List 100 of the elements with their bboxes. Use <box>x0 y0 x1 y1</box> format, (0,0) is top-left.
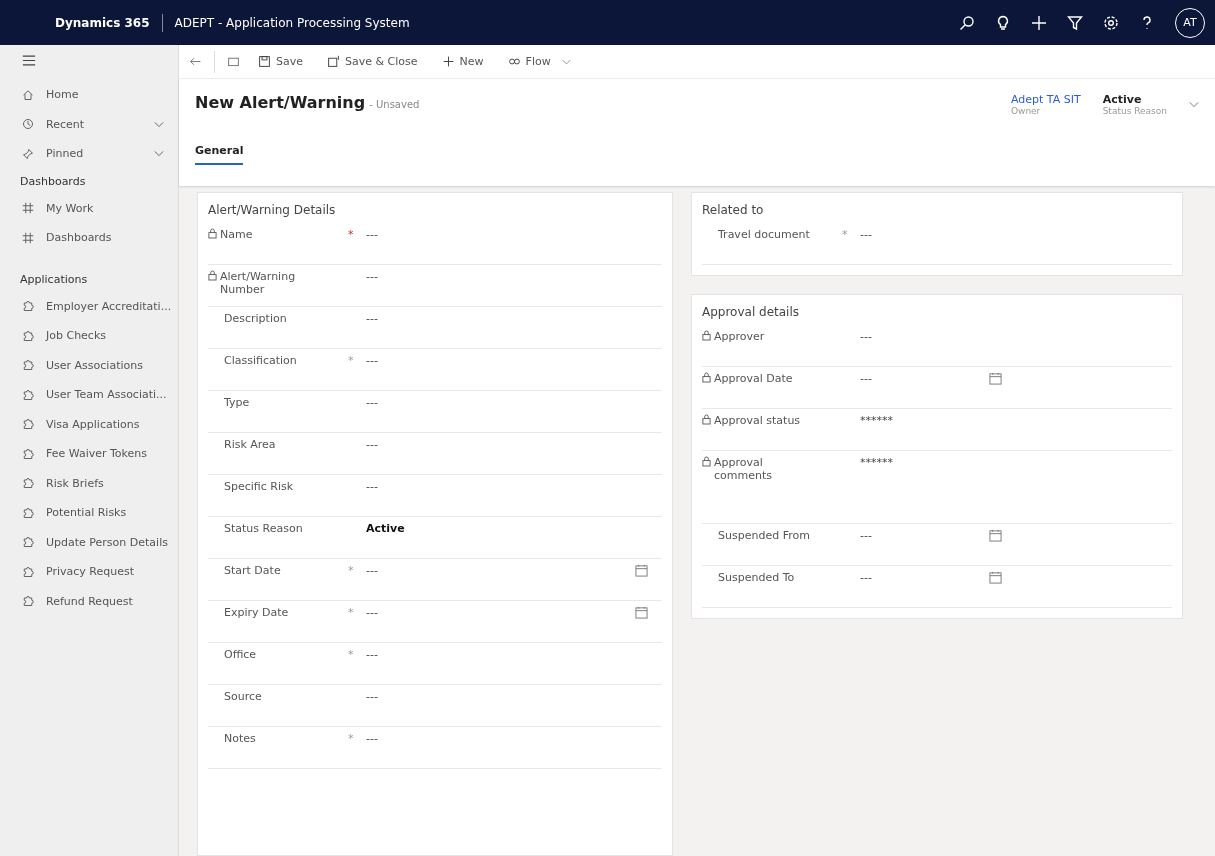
status-value: Active <box>1102 93 1143 106</box>
save-status: - Unsaved <box>369 99 420 110</box>
back-arrow-icon[interactable] <box>189 55 202 68</box>
field-label: Travel document <box>718 228 811 241</box>
sidebar-item[interactable]: Potential Risks <box>0 498 178 528</box>
field-value[interactable]: --- <box>860 228 1172 241</box>
tab[interactable]: General <box>195 144 244 165</box>
field-value[interactable]: --- <box>366 228 662 241</box>
save-close-icon <box>327 55 340 68</box>
app-title[interactable]: ADEPT - Application Processing System <box>174 15 410 30</box>
field-value[interactable]: --- <box>860 372 989 385</box>
recommended-marker: * <box>842 228 848 241</box>
sidebar-item[interactable]: Recent <box>0 109 178 139</box>
field-value[interactable]: --- <box>366 480 662 493</box>
menu-icon[interactable] <box>22 55 36 66</box>
field-label: Risk Area <box>224 438 277 451</box>
section-title: Approval details <box>702 305 801 319</box>
save-close-button[interactable]: Save & Close <box>321 51 424 72</box>
recommended-marker: * <box>348 354 354 367</box>
field-value[interactable]: --- <box>366 270 662 283</box>
save-button[interactable]: Save <box>252 51 309 72</box>
sidebar-group-title: Dashboards <box>19 173 87 190</box>
field-value[interactable]: Active <box>366 522 662 535</box>
field-label: Expiry Date <box>224 606 290 619</box>
field-label: Name <box>220 228 254 241</box>
puzzle-icon <box>22 300 34 313</box>
chevron-icon[interactable] <box>154 120 164 128</box>
sidebar-item[interactable]: Pinned <box>0 139 178 169</box>
filter-icon[interactable] <box>1067 14 1083 31</box>
sidebar-item[interactable]: Risk Briefs <box>0 468 178 498</box>
field-value[interactable]: --- <box>860 529 989 542</box>
grid-icon <box>22 231 34 244</box>
recommended-marker: * <box>348 606 354 619</box>
search-icon[interactable] <box>959 14 975 31</box>
sidebar-item[interactable]: User Team Associati... <box>0 380 178 410</box>
sidebar-item[interactable]: Refund Request <box>0 586 178 616</box>
field-label: Approval comments <box>714 456 773 482</box>
field-value[interactable]: --- <box>366 732 662 745</box>
chevron-icon[interactable] <box>1189 101 1199 108</box>
sidebar-group-title: Applications <box>19 271 89 288</box>
field-value[interactable]: --- <box>366 564 635 577</box>
lightbulb-icon[interactable] <box>995 14 1011 31</box>
field-value[interactable]: --- <box>860 571 989 584</box>
sidebar-item[interactable]: User Associations <box>0 350 178 380</box>
chevron-icon[interactable] <box>154 150 164 158</box>
plus-icon[interactable] <box>1031 14 1047 31</box>
sidebar-item[interactable]: Job Checks <box>0 321 178 351</box>
puzzle-icon <box>22 595 34 608</box>
field-label: Approval status <box>714 414 802 427</box>
recommended-marker: * <box>348 564 354 577</box>
field-value[interactable]: --- <box>366 438 662 451</box>
field-value[interactable]: --- <box>366 690 662 703</box>
sidebar-item[interactable]: My Work <box>0 193 178 223</box>
new-button[interactable]: New <box>435 51 490 72</box>
sidebar-item[interactable]: Dashboards <box>0 223 178 253</box>
flow-button[interactable]: Flow <box>501 51 577 72</box>
window-icon[interactable] <box>227 55 240 68</box>
calendar-icon[interactable] <box>635 564 648 577</box>
field-label: Alert/Warning Number <box>220 270 297 296</box>
record-title: New Alert/Warning <box>195 93 366 112</box>
field-label: Source <box>224 690 263 703</box>
field-label: Suspended From <box>718 529 811 542</box>
status-label: Status Reason <box>1102 106 1167 116</box>
puzzle-icon <box>22 418 34 431</box>
plus-icon <box>441 55 455 68</box>
sidebar-item[interactable]: Fee Waiver Tokens <box>0 439 178 469</box>
sidebar-item[interactable]: Home <box>0 80 178 110</box>
sidebar-item[interactable]: Employer Accreditati... <box>0 291 178 321</box>
owner-link[interactable]: Adept TA SIT <box>1010 93 1081 106</box>
field-value[interactable]: --- <box>366 606 635 619</box>
field-label: Approver <box>714 330 766 343</box>
field-value[interactable]: --- <box>860 330 1172 343</box>
field-label: Office <box>224 648 258 661</box>
settings-icon[interactable] <box>1103 14 1119 31</box>
sidebar-item[interactable]: Visa Applications <box>0 409 178 439</box>
field-value[interactable]: ****** <box>860 414 1172 427</box>
flow-icon <box>507 55 521 68</box>
calendar-icon[interactable] <box>635 606 648 619</box>
field-label: Classification <box>224 354 298 367</box>
field-label: Start Date <box>224 564 282 577</box>
puzzle-icon <box>22 359 34 372</box>
product-name[interactable]: Dynamics 365 <box>55 15 150 30</box>
clock-icon <box>22 118 34 131</box>
field-value[interactable]: --- <box>366 648 662 661</box>
home-icon <box>22 88 34 101</box>
field-value[interactable]: --- <box>366 354 662 367</box>
field-label: Approval Date <box>714 372 794 385</box>
field-value[interactable]: --- <box>366 312 662 325</box>
calendar-icon[interactable] <box>989 529 1002 542</box>
section-title: Alert/Warning Details <box>208 203 337 217</box>
calendar-icon[interactable] <box>989 372 1002 385</box>
field-label: Description <box>224 312 288 325</box>
sidebar-item[interactable]: Update Person Details <box>0 527 178 557</box>
sidebar-item[interactable]: Privacy Request <box>0 557 178 587</box>
field-value[interactable]: ****** <box>860 456 1172 469</box>
calendar-icon[interactable] <box>989 571 1002 584</box>
field-label: Type <box>224 396 251 409</box>
field-value[interactable]: --- <box>366 396 662 409</box>
puzzle-icon <box>22 388 34 401</box>
section-title: Related to <box>702 203 765 217</box>
